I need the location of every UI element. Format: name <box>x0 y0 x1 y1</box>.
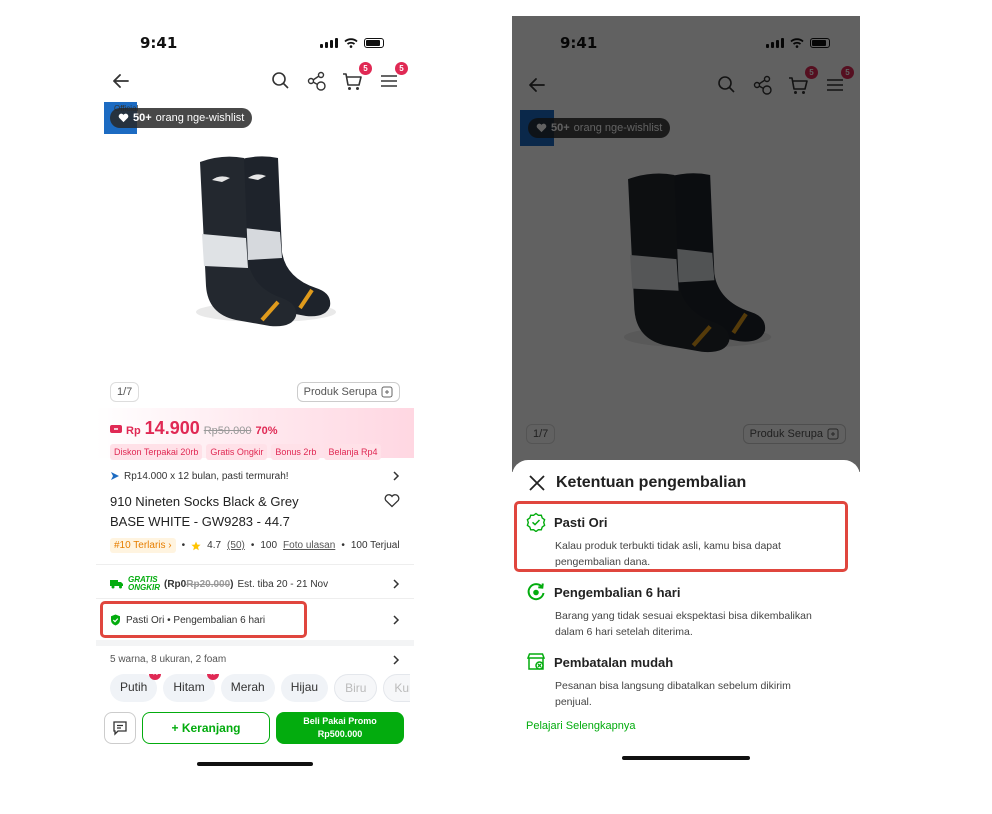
product-title-line2: BASE WHITE - GW9283 - 44.7 <box>110 514 290 529</box>
close-icon[interactable] <box>528 474 546 492</box>
flash-sale-icon <box>110 425 122 433</box>
battery-icon <box>364 38 384 48</box>
bottom-action-bar: + Keranjang Beli Pakai Promo Rp500.000 <box>104 712 408 744</box>
home-indicator <box>197 762 313 766</box>
heart-filled-icon <box>118 113 129 123</box>
chat-button[interactable] <box>104 712 136 744</box>
photos-link[interactable]: Foto ulasan <box>283 540 335 551</box>
return-arrow-icon <box>527 583 545 601</box>
promo-chip[interactable]: Diskon Terpakai 20rb <box>110 444 203 460</box>
cart-badge: 5 <box>359 62 372 75</box>
shipping-row[interactable]: GRATIS ONGKIR (Rp0Rp20.000) Est. tiba 20 … <box>110 576 400 592</box>
rating-value: 4.7 <box>207 540 222 551</box>
original-price: Rp50.000 <box>203 425 252 437</box>
similar-products-button[interactable]: Produk Serupa <box>296 382 400 402</box>
chevron-right-icon <box>393 615 400 625</box>
menu-icon[interactable]: 5 <box>376 62 408 94</box>
discount-dot-icon: % <box>206 674 219 680</box>
search-icon[interactable] <box>268 68 294 94</box>
cart-icon[interactable]: 5 <box>340 62 372 94</box>
signal-icon <box>320 38 338 48</box>
product-page-screen: 9:41 5 5 Official 50+ orang nge-wishlist <box>96 20 414 770</box>
variant-chip[interactable]: Merah <box>220 674 275 702</box>
shop-cancel-icon <box>526 653 546 670</box>
chevron-right-icon <box>393 655 400 665</box>
promo-chip[interactable]: Belanja Rp4 <box>324 444 382 460</box>
return-policy-sheet: Ketentuan pengembalian Pasti Ori Kalau p… <box>512 460 860 766</box>
buy-with-promo-button[interactable]: Beli Pakai Promo Rp500.000 <box>276 712 404 744</box>
shipping-estimate: Est. tiba 20 - 21 Nov <box>237 578 329 590</box>
variant-chip[interactable]: Hitam% <box>163 674 219 702</box>
variant-chip-disabled[interactable]: Biru <box>334 674 378 702</box>
price-row: Rp 14.900 Rp50.000 70% <box>110 418 277 439</box>
return-policy-screen: 9:41 5 5 50+ orang nge-wishlist <box>512 16 860 766</box>
chat-icon <box>113 721 127 736</box>
home-indicator <box>622 756 750 760</box>
status-bar: 9:41 <box>96 34 414 56</box>
photos-count: 100 <box>260 540 278 551</box>
similar-products-label: Produk Serupa <box>303 386 377 398</box>
sheet-title: Ketentuan pengembalian <box>556 474 747 491</box>
free-shipping-badge: GRATIS ONGKIR <box>128 575 160 592</box>
product-title-line1: 910 Nineten Socks Black & Grey <box>110 494 299 509</box>
paylater-icon <box>111 472 119 480</box>
policy-description: Barang yang tidak sesuai ekspektasi bisa… <box>555 610 812 638</box>
variant-chip-disabled[interactable]: Kuning <box>383 674 410 702</box>
sold-count: 100 Terjual <box>350 540 400 551</box>
promo-chips[interactable]: Diskon Terpakai 20rb Gratis Ongkir Bonus… <box>110 444 400 460</box>
star-icon <box>191 541 201 550</box>
divider <box>96 598 414 599</box>
discount-dot-icon: % <box>149 674 162 680</box>
policy-description: Pesanan bisa langsung dibatalkan sebelum… <box>555 680 791 708</box>
promo-chip[interactable]: Gratis Ongkir <box>206 444 268 460</box>
rating-count[interactable]: (50) <box>227 540 245 551</box>
chevron-right-icon <box>393 471 400 481</box>
top-navigation: 5 5 <box>96 62 414 96</box>
variant-summary-row[interactable]: 5 warna, 8 ukuran, 2 foam <box>110 654 400 666</box>
price-value: 14.900 <box>144 418 200 438</box>
variant-chip[interactable]: Putih% <box>110 674 162 702</box>
wishlist-count: 50+ <box>133 112 152 124</box>
policy-title: Pengembalian 6 hari <box>554 584 681 600</box>
similar-icon <box>381 386 393 398</box>
paylater-text: Rp14.000 x 12 bulan, pasti termurah! <box>124 470 289 482</box>
price-currency: Rp <box>126 425 141 437</box>
wishlist-text: orang nge-wishlist <box>155 112 245 124</box>
truck-icon <box>110 580 123 589</box>
paylater-row[interactable]: Rp14.000 x 12 bulan, pasti termurah! <box>110 470 400 482</box>
back-arrow-icon[interactable] <box>108 68 134 94</box>
variant-summary: 5 warna, 8 ukuran, 2 foam <box>110 654 227 665</box>
policy-item: Pengembalian 6 hari Barang yang tidak se… <box>526 582 846 640</box>
wishlist-heart-icon[interactable] <box>384 494 400 508</box>
section-divider <box>96 640 414 646</box>
share-icon[interactable] <box>304 68 330 94</box>
sheet-header: Ketentuan pengembalian <box>528 474 746 492</box>
product-title: 910 Nineten Socks Black & Grey BASE WHIT… <box>110 492 380 532</box>
rank-badge[interactable]: #10 Terlaris › <box>110 538 176 553</box>
learn-more-link[interactable]: Pelajari Selengkapnya <box>526 720 635 732</box>
image-counter: 1/7 <box>110 382 140 402</box>
menu-badge: 5 <box>395 62 408 75</box>
dim-overlay[interactable] <box>512 16 860 472</box>
status-time: 9:41 <box>140 34 178 52</box>
policy-title: Pembatalan mudah <box>554 654 674 670</box>
wishlist-pill: 50+ orang nge-wishlist <box>110 108 253 128</box>
wifi-icon <box>344 38 358 48</box>
highlight-box <box>514 501 848 572</box>
policy-item: Pembatalan mudah Pesanan bisa langsung d… <box>526 652 846 710</box>
add-to-cart-button[interactable]: + Keranjang <box>142 712 270 744</box>
variant-chips: Putih% Hitam% Merah Hijau Biru Kuning <box>110 674 410 702</box>
shipping-price: (Rp0Rp20.000) <box>164 578 234 590</box>
discount-percent: 70% <box>255 425 278 437</box>
product-image[interactable] <box>166 140 346 330</box>
variant-chip[interactable]: Hijau <box>280 674 329 702</box>
system-icons <box>320 38 384 48</box>
chevron-right-icon <box>393 579 400 589</box>
highlight-box <box>100 601 307 638</box>
divider <box>96 564 414 565</box>
product-stats: #10 Terlaris › • 4.7 (50) • 100 Foto ula… <box>110 538 400 553</box>
promo-chip[interactable]: Bonus 2rb <box>271 444 321 460</box>
